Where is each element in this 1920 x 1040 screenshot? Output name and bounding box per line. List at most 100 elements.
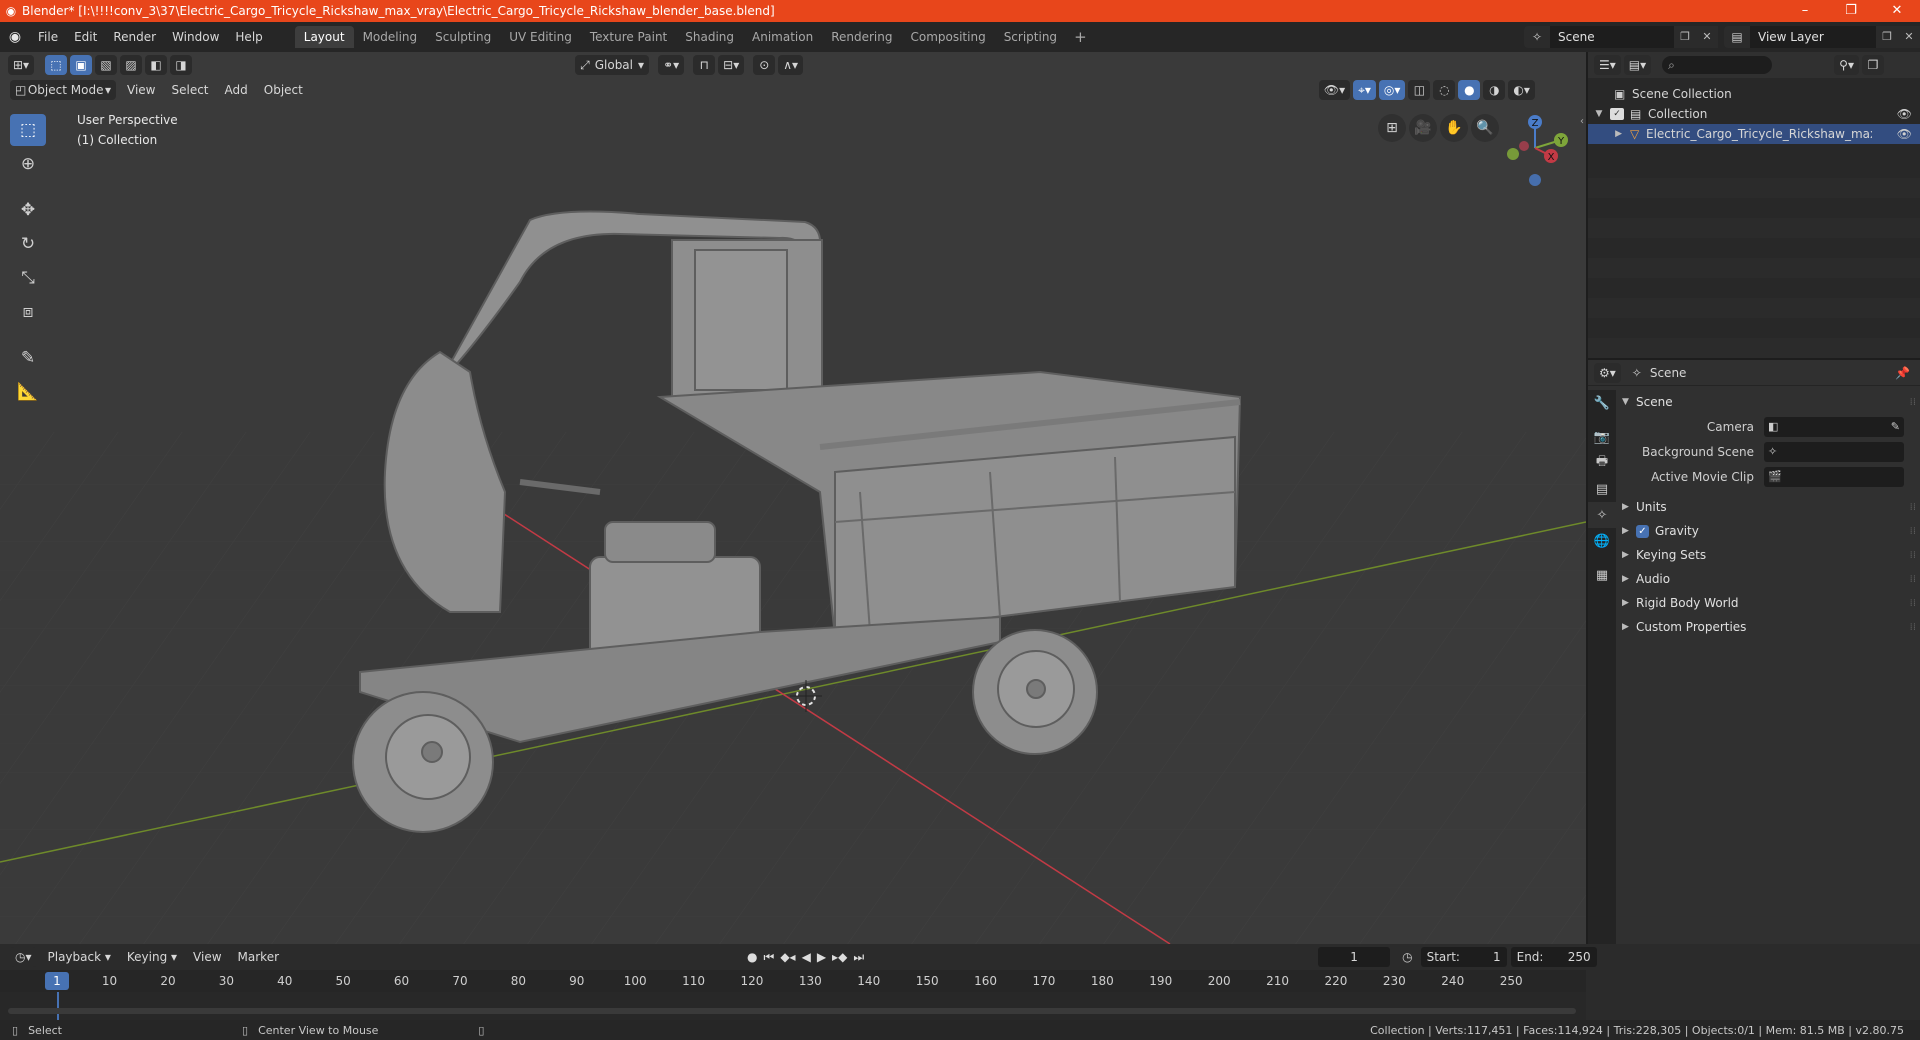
end-frame-field[interactable]: End: 250 — [1510, 947, 1597, 967]
expand-arrow-icon[interactable]: ▼ — [1588, 109, 1610, 119]
outliner-editor-type-icon[interactable]: ☰▾ — [1594, 55, 1621, 75]
new-view-layer-icon[interactable]: ❐ — [1876, 26, 1898, 48]
solid-shading-icon[interactable]: ● — [1458, 80, 1481, 100]
texture-tab-icon[interactable]: ▦ — [1588, 562, 1616, 588]
tab-shading[interactable]: Shading — [676, 26, 743, 48]
material-shading-icon[interactable]: ◑ — [1483, 80, 1506, 100]
xray-toggle-icon[interactable]: ◫ — [1408, 80, 1431, 100]
gizmo-neg-x-icon[interactable] — [1519, 141, 1529, 151]
jump-end-icon[interactable]: ⏭ — [853, 950, 864, 965]
camera-view-icon[interactable]: 🎥 — [1409, 114, 1437, 142]
visibility-icon[interactable]: 👁▾ — [1318, 80, 1351, 100]
camera-field[interactable]: ◧ ✎ — [1764, 416, 1904, 437]
move-tool-icon[interactable]: ✥ — [10, 194, 46, 226]
play-icon[interactable]: ▶ — [817, 950, 826, 965]
maximize-button[interactable]: ❐ — [1828, 0, 1874, 22]
rotate-tool-icon[interactable]: ↻ — [10, 228, 46, 260]
minimize-button[interactable]: – — [1782, 0, 1828, 22]
proportional-editing-icon[interactable]: ⊙ — [753, 55, 776, 75]
scene-icon[interactable]: ✧ — [1524, 26, 1550, 48]
outliner-row-object[interactable]: ▶ ▽ Electric_Cargo_Tricycle_Rickshaw_max… — [1588, 124, 1920, 144]
tab-uv-editing[interactable]: UV Editing — [500, 26, 581, 48]
tab-sculpting[interactable]: Sculpting — [426, 26, 500, 48]
gizmo-toggle-icon[interactable]: ⌖▾ — [1353, 80, 1376, 100]
render-tab-icon[interactable]: 📷 — [1588, 424, 1616, 450]
panel-scene[interactable]: ▼ Scene ⁞⁞ — [1618, 390, 1920, 414]
tab-animation[interactable]: Animation — [743, 26, 822, 48]
scale-tool-icon[interactable]: ⤡ — [10, 262, 46, 294]
background-scene-field[interactable]: ✧ — [1764, 441, 1904, 462]
jump-start-icon[interactable]: ⏮ — [764, 950, 775, 965]
timeline-keyframe-area[interactable] — [0, 992, 1586, 1020]
clock-icon[interactable]: ◷ — [1402, 950, 1412, 964]
timeline-editor-type-icon[interactable]: ◷▾ — [10, 947, 37, 967]
tab-texture-paint[interactable]: Texture Paint — [581, 26, 676, 48]
snap-icon[interactable]: ⊓ — [693, 55, 716, 75]
select-intersect-icon[interactable]: ◨ — [170, 55, 193, 75]
play-reverse-icon[interactable]: ◀ — [802, 950, 811, 965]
remove-view-layer-icon[interactable]: ✕ — [1898, 26, 1920, 48]
transform-orientation-dropdown[interactable]: ⤢ Global ▾ — [575, 55, 650, 75]
scene-tab-icon[interactable]: ✧ — [1588, 502, 1616, 528]
annotate-tool-icon[interactable]: ✎ — [10, 342, 46, 374]
gizmo-neg-y-icon[interactable] — [1507, 148, 1519, 160]
menu-window[interactable]: Window — [164, 22, 227, 52]
sidebar-toggle-icon[interactable]: ‹ — [1580, 116, 1584, 127]
next-keyframe-icon[interactable]: ▸◆ — [832, 950, 847, 965]
drag-handle-icon[interactable]: ⁞⁞ — [1910, 574, 1920, 585]
outliner-row-scene-collection[interactable]: ▣ Scene Collection — [1588, 84, 1920, 104]
panel-keying-sets[interactable]: ▶ Keying Sets ⁞⁞ — [1618, 543, 1920, 567]
snap-target-icon[interactable]: ⊟▾ — [718, 55, 745, 75]
3d-viewport[interactable]: ⊞▾ ⬚ ▣ ▧ ▨ ◧ ◨ ⤢ Global ▾ ⚭▾ ⊓ ⊟▾ ⊙ ∧▾ ◰… — [0, 52, 1586, 944]
select-new-icon[interactable]: ▣ — [70, 55, 93, 75]
drag-handle-icon[interactable]: ⁞⁞ — [1910, 502, 1920, 513]
new-collection-icon[interactable]: ❐ — [1861, 55, 1884, 75]
orientation-gizmo[interactable]: Z Y X — [1495, 110, 1585, 190]
viewport-menu-add[interactable]: Add — [217, 83, 256, 97]
rendered-shading-icon[interactable]: ◐▾ — [1508, 80, 1535, 100]
panel-gravity[interactable]: ▶ ✓ Gravity ⁞⁞ — [1618, 519, 1920, 543]
view-layer-name-field[interactable]: View Layer — [1750, 26, 1876, 48]
drag-handle-icon[interactable]: ⁞⁞ — [1910, 550, 1920, 561]
scene-name-field[interactable]: Scene — [1550, 26, 1674, 48]
drag-handle-icon[interactable]: ⁞⁞ — [1910, 397, 1920, 408]
transform-tool-icon[interactable]: ⧈ — [10, 296, 46, 328]
world-tab-icon[interactable]: 🌐 — [1588, 528, 1616, 554]
drag-handle-icon[interactable]: ⁞⁞ — [1910, 598, 1920, 609]
current-frame-field[interactable]: 1 — [1318, 947, 1391, 967]
wireframe-shading-icon[interactable]: ◌ — [1433, 80, 1456, 100]
output-tab-icon[interactable]: 🖶 — [1588, 450, 1616, 476]
select-invert-icon[interactable]: ◧ — [145, 55, 168, 75]
timeline-menu-marker[interactable]: Marker — [230, 950, 287, 964]
gravity-checkbox[interactable]: ✓ — [1636, 524, 1649, 538]
menu-render[interactable]: Render — [105, 22, 164, 52]
timeline-menu-view[interactable]: View — [185, 950, 229, 964]
blender-menu-icon[interactable]: ◉ — [0, 29, 30, 45]
properties-editor-type-icon[interactable]: ⚙▾ — [1594, 362, 1621, 383]
overlays-toggle-icon[interactable]: ◎▾ — [1378, 80, 1406, 100]
pan-hand-icon[interactable]: ✋ — [1440, 114, 1468, 142]
pin-icon[interactable]: 📌 — [1895, 366, 1910, 380]
falloff-icon[interactable]: ∧▾ — [778, 55, 804, 75]
filter-icon[interactable]: ⚲▾ — [1834, 55, 1859, 75]
timeline-ruler[interactable]: 1 10 20 30 40 50 60 70 80 90 100 110 120 130 140 150 160… — [0, 970, 1586, 992]
panel-audio[interactable]: ▶ Audio ⁞⁞ — [1618, 567, 1920, 591]
editor-type-icon[interactable]: ⊞▾ — [8, 55, 35, 75]
menu-edit[interactable]: Edit — [66, 22, 105, 52]
eye-icon[interactable]: 👁 — [1897, 107, 1912, 121]
drag-handle-icon[interactable]: ⁞⁞ — [1910, 622, 1920, 633]
record-icon[interactable]: ● — [747, 950, 757, 965]
eye-icon[interactable]: 👁 — [1897, 127, 1912, 141]
panel-units[interactable]: ▶ Units ⁞⁞ — [1618, 495, 1920, 519]
close-button[interactable]: ✕ — [1874, 0, 1920, 22]
outliner-search-input[interactable]: ⌕ — [1662, 56, 1773, 74]
menu-file[interactable]: File — [30, 22, 66, 52]
expand-arrow-icon[interactable]: ▶ — [1588, 129, 1630, 139]
panel-rigid-body-world[interactable]: ▶ Rigid Body World ⁞⁞ — [1618, 591, 1920, 615]
view-layer-tab-icon[interactable]: ▤ — [1588, 476, 1616, 502]
timeline-scrollbar[interactable] — [8, 1008, 1576, 1014]
display-mode-icon[interactable]: ▤▾ — [1623, 55, 1652, 75]
tab-rendering[interactable]: Rendering — [822, 26, 901, 48]
eyedropper-icon[interactable]: ✎ — [1891, 420, 1900, 433]
select-box-tool-icon[interactable]: ⬚ — [10, 114, 46, 146]
